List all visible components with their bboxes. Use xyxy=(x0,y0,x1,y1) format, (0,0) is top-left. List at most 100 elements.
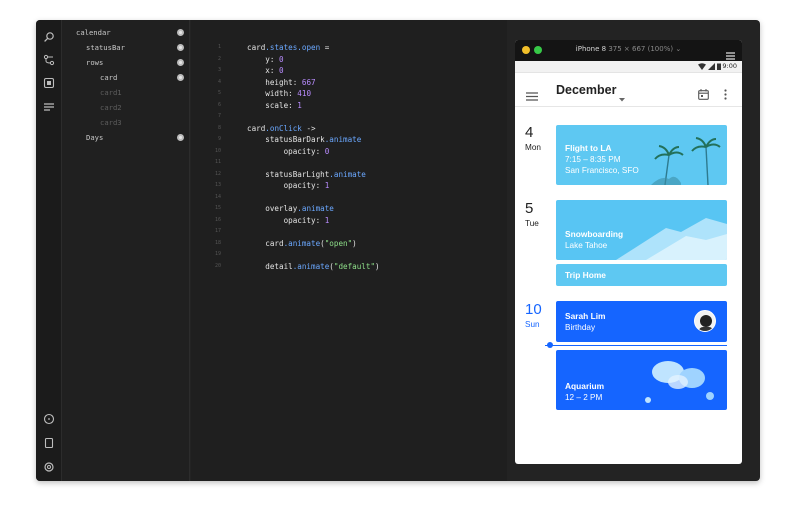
code-line[interactable]: 4 height: 667 xyxy=(191,77,507,88)
code-token: .states.open xyxy=(265,43,321,52)
line-number: 7 xyxy=(217,113,221,119)
event-location: San Francisco, SFO xyxy=(565,166,639,175)
line-number: 4 xyxy=(217,78,221,85)
code-token: ) xyxy=(375,261,380,271)
layer-visibility-toggle[interactable] xyxy=(177,44,184,51)
device-selector[interactable]: iPhone 8 375 × 667 (100%) ⌄ xyxy=(515,45,742,53)
code-line[interactable]: 8 card.onClick -> xyxy=(191,123,507,134)
code-line[interactable]: 17 xyxy=(191,226,507,237)
day-number-today: 10 xyxy=(525,301,542,318)
event-title: Flight to LA xyxy=(565,143,612,153)
settings-icon[interactable] xyxy=(42,460,56,474)
now-indicator-line xyxy=(545,345,727,346)
code-line[interactable]: 18 card.animate("open") xyxy=(191,238,507,249)
line-number: 17 xyxy=(214,228,221,234)
hamburger-icon[interactable] xyxy=(526,86,538,105)
layer-row[interactable]: rows xyxy=(86,56,184,70)
code-token: 667 xyxy=(301,77,316,87)
chevron-down-icon: ⌄ xyxy=(675,45,682,53)
line-number: 1 xyxy=(217,44,221,50)
code-line[interactable]: 1 card.states.open = xyxy=(191,42,507,53)
code-token: .animate xyxy=(297,204,334,213)
layer-label: card3 xyxy=(100,118,122,127)
code-line[interactable]: 15 overlay.animate xyxy=(191,203,507,214)
code-line[interactable]: 10 opacity: 0 xyxy=(191,146,507,157)
code-token: .animate xyxy=(329,169,366,179)
more-vertical-icon[interactable] xyxy=(724,85,727,104)
branch-icon[interactable] xyxy=(42,53,56,67)
code-text: card.states.open = xyxy=(247,42,329,53)
code-text: y: 0 xyxy=(247,54,283,65)
calendar-icon[interactable] xyxy=(698,85,709,104)
line-number: 13 xyxy=(214,182,221,188)
event-card-trip-home[interactable]: Trip Home xyxy=(556,264,727,286)
line-number: 9 xyxy=(217,136,221,142)
code-line[interactable]: 6 scale: 1 xyxy=(191,100,507,111)
device-icon[interactable] xyxy=(42,436,56,450)
line-number: 5 xyxy=(217,90,221,96)
code-token: width: xyxy=(247,89,298,98)
code-line[interactable]: 5 width: 410 xyxy=(191,88,507,99)
avatar xyxy=(694,310,716,332)
layer-label: statusBar xyxy=(86,43,125,52)
code-editor[interactable]: 1 card.states.open = 2 y: 03 x: 04 height:… xyxy=(191,20,507,481)
event-title: Sarah Lim xyxy=(565,311,606,321)
code-token: = xyxy=(320,43,330,52)
layer-label: rows xyxy=(86,58,104,67)
code-line[interactable]: 19 xyxy=(191,249,507,260)
code-text: card.onClick -> xyxy=(247,123,316,134)
line-number: 10 xyxy=(214,147,221,154)
layer-label: card1 xyxy=(100,88,122,97)
app-window: calendar statusBar rows card card1 card2… xyxy=(36,20,760,481)
day-name: Mon xyxy=(525,143,541,152)
code-line[interactable]: 16 opacity: 1 xyxy=(191,215,507,226)
battery-icon xyxy=(717,63,721,70)
event-subtitle: Birthday xyxy=(565,323,596,332)
info-icon[interactable] xyxy=(42,412,56,426)
event-card-sarah-lim[interactable]: Sarah Lim Birthday xyxy=(556,301,727,342)
component-icon[interactable] xyxy=(42,76,56,90)
layer-visibility-toggle[interactable] xyxy=(177,29,184,36)
layer-row[interactable]: Days xyxy=(86,131,184,145)
layer-row[interactable]: card xyxy=(100,71,184,85)
layer-row[interactable]: card1 xyxy=(100,86,184,100)
code-line[interactable]: 20 detail.animate("default") xyxy=(191,261,507,272)
code-text: scale: 1 xyxy=(247,100,302,111)
code-line[interactable]: 9 statusBarDark.animate xyxy=(191,134,507,145)
code-token: .animate xyxy=(324,135,362,144)
layer-row[interactable]: card2 xyxy=(100,101,184,115)
code-token: .onClick xyxy=(265,123,302,133)
code-token: x: xyxy=(247,66,280,75)
code-line[interactable]: 2 y: 0 xyxy=(191,54,507,65)
status-time: 9:00 xyxy=(722,62,737,70)
code-text: card.animate("open") xyxy=(247,238,356,249)
code-token: 410 xyxy=(297,89,312,98)
caret-down-icon[interactable] xyxy=(619,87,625,106)
event-card-snowboarding[interactable]: Snowboarding Lake Tahoe xyxy=(556,200,727,260)
layer-label: card xyxy=(100,73,118,82)
line-number: 2 xyxy=(217,55,221,62)
code-text: statusBarLight.animate xyxy=(247,169,366,180)
code-token: card xyxy=(247,123,266,133)
layer-row[interactable]: card3 xyxy=(100,116,184,130)
layer-row[interactable]: statusBar xyxy=(86,41,184,55)
search-icon[interactable] xyxy=(42,30,56,44)
code-token: scale: xyxy=(247,100,298,110)
code-line[interactable]: 13 opacity: 1 xyxy=(191,180,507,191)
text-lines-icon[interactable] xyxy=(42,100,56,114)
layer-row[interactable]: calendar xyxy=(76,26,184,40)
event-card-flight[interactable]: Flight to LA 7:15 – 8:35 PM San Francisc… xyxy=(556,125,727,185)
layer-visibility-toggle[interactable] xyxy=(177,134,184,141)
code-line[interactable]: 12 statusBarLight.animate xyxy=(191,169,507,180)
code-token: statusBarDark xyxy=(247,135,325,144)
layer-visibility-toggle[interactable] xyxy=(177,74,184,81)
month-title[interactable]: December xyxy=(556,83,616,97)
code-line[interactable]: 3 x: 0 xyxy=(191,65,507,76)
day-name: Tue xyxy=(525,219,539,228)
layer-visibility-toggle[interactable] xyxy=(177,59,184,66)
code-line[interactable]: 7 xyxy=(191,111,507,122)
code-line[interactable]: 11 xyxy=(191,157,507,168)
event-card-aquarium[interactable]: Aquarium 12 – 2 PM xyxy=(556,350,727,410)
code-line[interactable]: 14 xyxy=(191,192,507,203)
code-text: x: 0 xyxy=(247,65,283,76)
